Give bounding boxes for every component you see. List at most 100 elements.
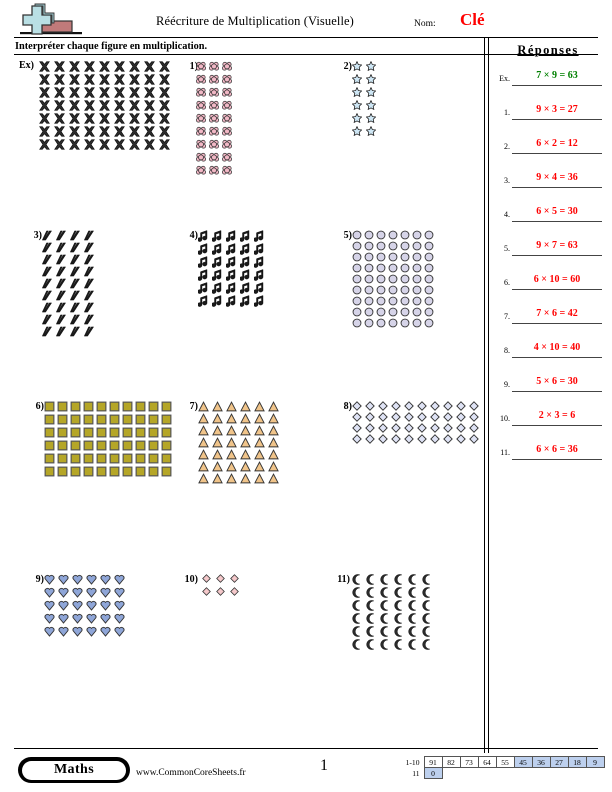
musicnote-icon bbox=[226, 282, 240, 295]
slash-icon bbox=[70, 266, 84, 278]
circle-icon bbox=[400, 230, 412, 241]
square-icon bbox=[44, 440, 57, 453]
figure-row bbox=[42, 266, 98, 278]
triangle-icon bbox=[212, 425, 226, 437]
heart-icon bbox=[44, 587, 58, 600]
circle-icon bbox=[376, 274, 388, 285]
heart-icon bbox=[86, 574, 100, 587]
figure-row bbox=[198, 449, 282, 461]
triangle-icon bbox=[240, 461, 254, 473]
slash-icon bbox=[56, 242, 70, 254]
square-icon bbox=[83, 440, 96, 453]
figure-row bbox=[44, 427, 174, 440]
square-icon bbox=[96, 440, 109, 453]
musicnote-icon bbox=[240, 256, 254, 269]
name-field-value[interactable]: Clé bbox=[460, 10, 485, 30]
header-divider-rule bbox=[14, 37, 598, 38]
triangle-icon bbox=[226, 413, 240, 425]
answer-value[interactable]: 5 × 6 = 30 bbox=[512, 376, 602, 387]
answer-value[interactable]: 6 × 6 = 36 bbox=[512, 444, 602, 455]
triangle-icon bbox=[268, 473, 282, 485]
diamond-icon bbox=[469, 423, 482, 434]
square-icon bbox=[109, 401, 122, 414]
answer-value[interactable]: 7 × 6 = 42 bbox=[512, 308, 602, 319]
moon-icon bbox=[380, 626, 394, 639]
square-icon bbox=[161, 414, 174, 427]
circle-icon bbox=[352, 230, 364, 241]
musicnote-icon bbox=[226, 256, 240, 269]
square-icon bbox=[122, 401, 135, 414]
grade-cell-empty bbox=[442, 768, 460, 779]
figure-row bbox=[352, 423, 482, 434]
figure-row bbox=[44, 466, 174, 479]
flower-icon bbox=[196, 74, 209, 87]
slash-icon bbox=[84, 254, 98, 266]
answer-row-6: 6. 6 × 10 = 60 bbox=[492, 272, 604, 292]
diamond-icon bbox=[443, 412, 456, 423]
x-cross-icon bbox=[128, 99, 143, 112]
musicnote-icon bbox=[240, 295, 254, 308]
answer-value[interactable]: 6 × 10 = 60 bbox=[512, 274, 602, 285]
answer-key-column: Réponses Ex. 7 × 9 = 63 1. 9 × 3 = 27 2. 6 × … bbox=[492, 40, 610, 680]
moon-icon bbox=[380, 613, 394, 626]
circle-icon bbox=[424, 307, 436, 318]
triangle-icon bbox=[254, 413, 268, 425]
x-cross-icon bbox=[143, 125, 158, 138]
circle-icon bbox=[376, 263, 388, 274]
answer-value[interactable]: 9 × 7 = 63 bbox=[512, 240, 602, 251]
moon-icon bbox=[422, 613, 436, 626]
moon-icon bbox=[394, 574, 408, 587]
answer-index-label: 6. bbox=[504, 278, 510, 287]
moon-icon bbox=[352, 613, 366, 626]
square-icon bbox=[148, 414, 161, 427]
figure-row bbox=[38, 73, 173, 86]
problem-number-label: Ex) bbox=[19, 60, 34, 71]
diamond-icon bbox=[352, 423, 365, 434]
slash-icon bbox=[84, 326, 98, 338]
musicnote-icon bbox=[254, 282, 268, 295]
name-label: Nom: bbox=[414, 19, 436, 29]
problem-figure-array bbox=[352, 230, 436, 329]
heart-icon bbox=[72, 600, 86, 613]
figure-row bbox=[42, 314, 98, 326]
answer-value[interactable]: 7 × 9 = 63 bbox=[512, 70, 602, 81]
answer-value[interactable]: 6 × 2 = 12 bbox=[512, 138, 602, 149]
x-cross-icon bbox=[38, 73, 53, 86]
figure-row bbox=[352, 626, 436, 639]
problem-figure-array bbox=[38, 60, 173, 151]
figure-row bbox=[198, 243, 268, 256]
triangle-icon bbox=[240, 437, 254, 449]
problem-number-label: 11) bbox=[337, 574, 350, 585]
slash-icon bbox=[84, 266, 98, 278]
moon-icon bbox=[422, 626, 436, 639]
slash-icon bbox=[70, 326, 84, 338]
x-cross-icon bbox=[98, 112, 113, 125]
moon-icon bbox=[380, 574, 394, 587]
square-icon bbox=[70, 401, 83, 414]
flower-icon bbox=[196, 113, 209, 126]
square-icon bbox=[44, 466, 57, 479]
circle-icon bbox=[424, 318, 436, 329]
diamond-icon bbox=[456, 434, 469, 445]
answer-value[interactable]: 4 × 10 = 40 bbox=[512, 342, 602, 353]
answer-row-8: 8. 4 × 10 = 40 bbox=[492, 340, 604, 360]
answer-index-label: 4. bbox=[504, 210, 510, 219]
answer-value[interactable]: 2 × 3 = 6 bbox=[512, 410, 602, 421]
answer-index-label: 10. bbox=[500, 414, 510, 423]
moon-icon bbox=[408, 639, 422, 652]
flower-icon bbox=[209, 126, 222, 139]
musicnote-icon bbox=[254, 269, 268, 282]
answer-value[interactable]: 6 × 5 = 30 bbox=[512, 206, 602, 217]
diamond-icon bbox=[469, 412, 482, 423]
figure-row bbox=[202, 574, 244, 587]
answer-value[interactable]: 9 × 3 = 27 bbox=[512, 104, 602, 115]
heart-icon bbox=[100, 626, 114, 639]
answer-value[interactable]: 9 × 4 = 36 bbox=[512, 172, 602, 183]
site-url-text: www.CommonCoreSheets.fr bbox=[136, 768, 246, 778]
figure-row bbox=[198, 269, 268, 282]
figure-row bbox=[352, 307, 436, 318]
square-icon bbox=[57, 466, 70, 479]
answer-write-line bbox=[512, 119, 602, 120]
circle-icon bbox=[352, 274, 364, 285]
heart-icon bbox=[58, 600, 72, 613]
